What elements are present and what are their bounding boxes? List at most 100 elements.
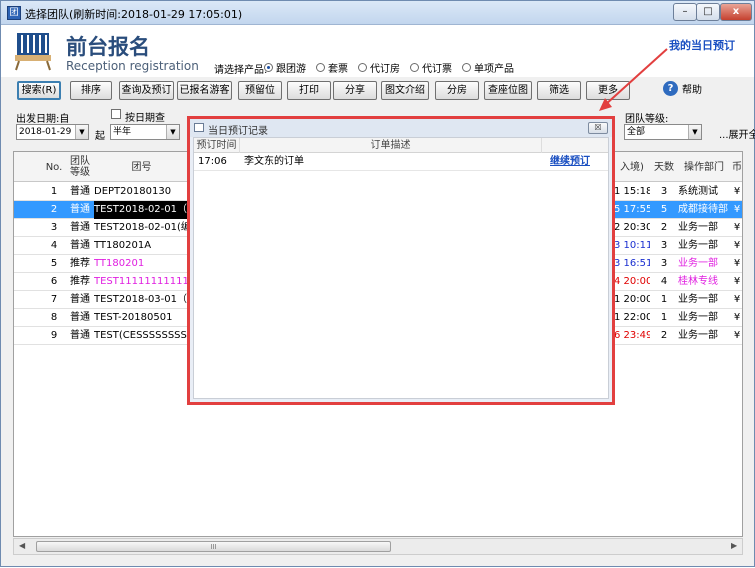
row-currency: ¥ [733,258,741,269]
scroll-thumb[interactable]: III [36,541,391,552]
team-level-label: 团队等级: [625,114,669,125]
page-subtitle: Reception registration [66,59,199,73]
maximize-button[interactable]: □ [696,3,720,21]
sort-button[interactable]: 排序 [70,81,112,100]
row-level: 普通 [70,204,90,215]
row-time: 2 20:30 [614,222,650,233]
row-dept: 业务一部 [678,294,718,305]
chevron-down-icon: ▼ [75,125,88,139]
app-icon: 团 [7,6,21,20]
row-dept: 业务一部 [678,240,718,251]
radio-icon [316,63,325,72]
row-currency: ¥ [733,312,741,323]
share-button[interactable]: 分享 [333,81,377,100]
row-code: DEPT20180130 [94,186,172,197]
chevron-down-icon: ▼ [688,125,701,139]
row-code: TEST(CESSSSSSSSSSS [94,330,202,341]
print-button[interactable]: 打印 [287,81,331,100]
row-dept: 业务一部 [678,222,718,233]
scroll-right-icon[interactable]: ▶ [731,541,737,550]
row-no: 2 [50,204,58,215]
row-code: TEST-20180501 [94,312,173,323]
row-code: TEST1111111111111111 [94,276,202,287]
col-booking-time: 预订时间 [194,138,240,153]
more-button[interactable]: 更多 [586,81,630,100]
title-bar[interactable]: 团 选择团队(刷新时间:2018-01-29 17:05:01) – □ x [1,1,754,25]
product-radio-single[interactable]: 单项产品 [462,60,514,75]
room-assign-button[interactable]: 分房 [435,81,479,100]
reserve-seat-button[interactable]: 预留位 [238,81,282,100]
dialog-table: 预订时间 订单描述 17:06 李文东的订单 继续预订 [193,137,609,399]
team-level-select[interactable]: 全部 ▼ [624,124,702,140]
row-level: 推荐 [70,276,90,287]
row-days: 3 [660,240,668,251]
row-time: 1 22:00 [614,312,650,323]
horizontal-scrollbar[interactable]: ◀ III ▶ [13,538,743,555]
help-icon: ? [663,81,678,96]
col-code[interactable]: 团号 [94,152,189,182]
minimize-button[interactable]: – [673,3,697,21]
continue-booking-link[interactable]: 继续预订 [550,153,590,171]
by-date-label: 按日期查 [125,113,165,124]
row-time: 3 16:51 [614,258,650,269]
product-radio-ticket[interactable]: 代订票 [410,60,452,75]
dialog-table-header: 预订时间 订单描述 [194,138,608,153]
col-no[interactable]: No. [41,152,67,182]
row-days: 3 [660,186,668,197]
row-time: 4 20:00 [614,276,650,287]
row-days: 2 [660,222,668,233]
dialog-close-button[interactable]: ☒ [588,122,608,134]
radio-selected-icon [264,63,273,72]
row-days: 4 [660,276,668,287]
registered-visitors-button[interactable]: 已报名游客 [177,81,232,100]
window-title: 选择团队(刷新时间:2018-01-29 17:05:01) [25,8,243,21]
dialog-title-bar[interactable]: 当日预订记录 ☒ [190,119,612,137]
product-radio-tour[interactable]: 跟团游 [264,60,306,75]
col-entry-time[interactable]: 入境) [614,152,650,182]
row-currency: ¥ [733,294,741,305]
expand-link[interactable]: ...展开全 [719,126,755,141]
row-currency: ¥ [733,330,741,341]
help-button[interactable]: ? 帮助 [663,81,702,96]
query-book-button[interactable]: 查询及预订 [119,81,174,100]
close-button[interactable]: x [720,3,752,21]
my-today-bookings-link[interactable]: 我的当日预订 [669,37,735,53]
depart-date-label: 出发日期:自 [16,114,70,125]
row-currency: ¥ [733,204,741,215]
chair-logo-icon [15,33,51,71]
header: 前台报名 Reception registration 请选择产品: 跟团游 套… [1,25,754,77]
filter-button[interactable]: 筛选 [537,81,581,100]
row-dept: 业务一部 [678,258,718,269]
row-level: 普通 [70,222,90,233]
depart-date-picker[interactable]: 2018-01-29 ▼ [16,124,89,140]
col-dept[interactable]: 操作部门 [678,152,730,182]
seat-map-button[interactable]: 查座位图 [484,81,532,100]
row-days: 1 [660,294,668,305]
row-code: TEST2018-03-01（测试 [94,294,202,305]
image-intro-button[interactable]: 图文介绍 [381,81,429,100]
row-days: 3 [660,258,668,269]
row-dept: 系统测试 [678,186,718,197]
row-code: TT180201 [94,258,145,269]
product-radio-hotel[interactable]: 代订房 [358,60,400,75]
row-level: 普通 [70,186,90,197]
search-button[interactable]: 搜索(R) [17,81,61,100]
row-code: TEST2018-02-01（测试 [94,201,202,219]
by-date-checkbox[interactable] [111,109,121,119]
row-days: 2 [660,330,668,341]
dialog-title: 当日预订记录 [208,126,268,137]
radio-icon [462,63,471,72]
row-dept: 业务一部 [678,330,718,341]
col-currency[interactable]: 币 [730,152,742,182]
range-select[interactable]: 半年 ▼ [110,124,180,140]
row-dept: 业务一部 [678,312,718,323]
scroll-left-icon[interactable]: ◀ [19,541,25,550]
order-desc: 李文东的订单 [244,156,304,167]
row-level: 推荐 [70,258,90,269]
row-time: 5 17:55 [614,204,650,215]
col-level[interactable]: 团队 等级 [66,152,94,182]
row-code: TEST2018-02-01(编团 [94,222,201,233]
row-level: 普通 [70,240,90,251]
product-radio-package[interactable]: 套票 [316,60,348,75]
col-days[interactable]: 天数 [652,152,676,182]
